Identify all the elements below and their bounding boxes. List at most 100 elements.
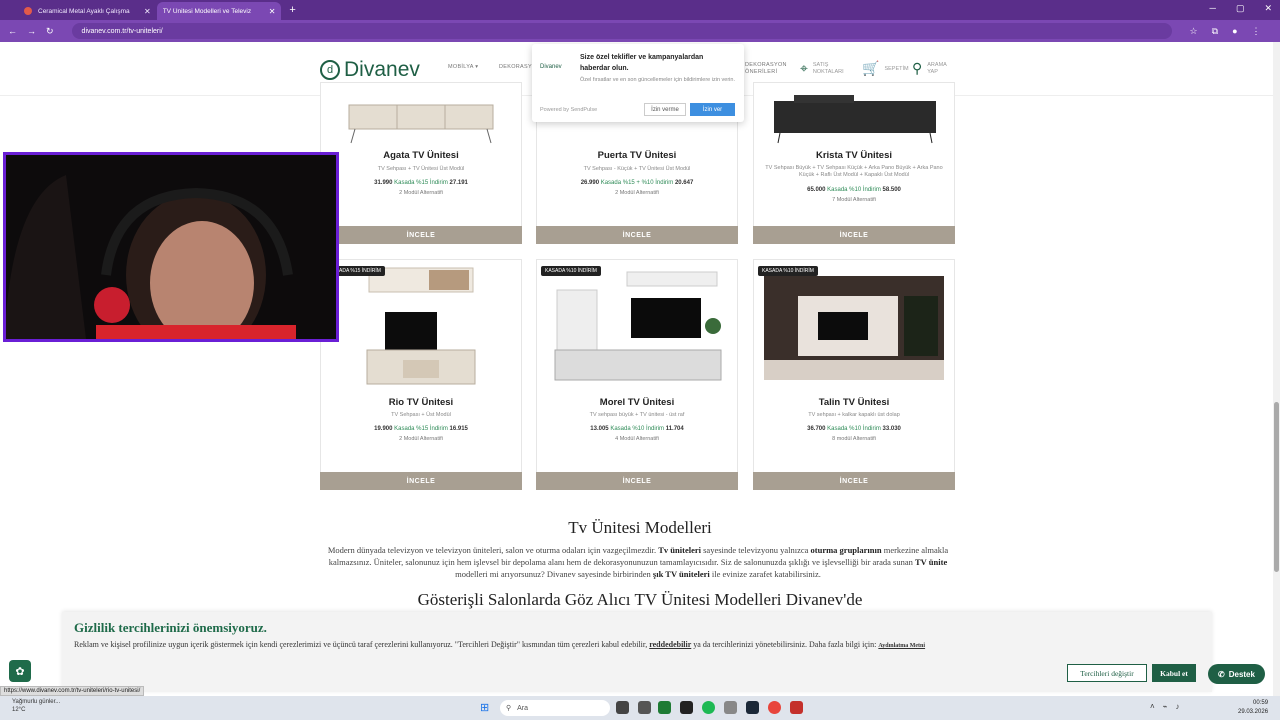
incele-button[interactable]: İNCELE [753, 472, 955, 490]
destek-button[interactable]: ✆ Destek [1208, 664, 1265, 684]
webcam-person-image [6, 155, 336, 339]
product-title: Agata TV Ünitesi [383, 150, 459, 161]
product-title: Morel TV Ünitesi [599, 397, 675, 408]
page-scrollbar[interactable] [1273, 42, 1280, 696]
scrollbar-thumb[interactable] [1274, 402, 1279, 572]
reload-icon[interactable]: ↻ [46, 26, 54, 37]
product-image [774, 95, 936, 144]
price-final: 16.915 [449, 426, 468, 432]
popup-body: Özel fırsatlar ve en son güncellemeler i… [580, 77, 735, 83]
discount-label: Kasada %15 + %10 İndirim [600, 180, 674, 186]
incele-button[interactable]: İNCELE [536, 226, 738, 244]
nav-dekorasyon-onerileri[interactable]: DEKORASYON ÖNERİLERİ [745, 62, 787, 76]
destek-label: Destek [1228, 669, 1255, 679]
price-final: 27.191 [449, 180, 468, 186]
price-old: 31.990 [374, 180, 393, 186]
minimize-icon[interactable]: ─ [1210, 3, 1216, 14]
taskbar-search[interactable]: ⚲ Ara [500, 700, 610, 716]
weather-temp: 12°C [12, 707, 26, 713]
logo-icon: d [320, 60, 340, 80]
close-icon[interactable]: ✕ [144, 7, 151, 16]
accept-cookies-button[interactable]: Kabul et [1152, 664, 1196, 682]
product-price: 19.900 Kasada %15 İndirim 16.915 [321, 426, 521, 432]
product-image [348, 104, 494, 144]
close-icon[interactable]: ✕ [269, 7, 276, 16]
new-tab-icon[interactable]: + [289, 4, 295, 16]
price-final: 58.500 [882, 187, 901, 193]
nav-sepetim[interactable]: 🛒 SEPETİM [862, 60, 909, 77]
price-final: 20.647 [674, 180, 694, 186]
price-old: 36.700 [807, 426, 826, 432]
taskview-icon[interactable] [638, 701, 651, 714]
incele-button[interactable]: İNCELE [320, 226, 522, 244]
chevron-up-icon[interactable]: ˄ [1150, 702, 1155, 711]
allow-button[interactable]: İzin ver [690, 103, 735, 116]
nav-arama[interactable]: ⚲ ARAMA YAP [912, 60, 949, 77]
preferences-button[interactable]: Tercihleri değiştir [1067, 664, 1147, 682]
deny-button[interactable]: İzin verme [644, 103, 686, 116]
cookie-body: Reklam ve kişisel profilinize uygun içer… [74, 640, 926, 649]
incele-button[interactable]: İNCELE [753, 226, 955, 244]
maximize-icon[interactable]: ▢ [1236, 3, 1245, 14]
price-old: 13.005 [590, 426, 609, 432]
profile-icon[interactable]: ● [1232, 26, 1237, 37]
product-card-morel[interactable]: KASADA %10 İNDİRİM Morel TV Ünitesi TV s… [536, 259, 738, 490]
product-title: Rio TV Ünitesi [388, 397, 454, 408]
product-desc: TV Sehpası - Küçük + TV Ünitesi Üst Modü… [583, 166, 691, 172]
discount-badge: KASADA %10 İNDİRİM [541, 266, 601, 276]
incele-button[interactable]: İNCELE [320, 472, 522, 490]
back-icon[interactable]: ← [8, 26, 17, 36]
file-explorer-icon[interactable] [616, 701, 629, 714]
product-card-talin[interactable]: KASADA %10 İNDİRİM Talin TV Ünitesi TV s… [753, 259, 955, 490]
close-window-icon[interactable]: ✕ [1264, 3, 1272, 14]
popup-title: Size özel teklifler ve kampanyalardan ha… [580, 54, 704, 72]
nav-mobilya[interactable]: MOBİLYA ▾ [448, 64, 478, 70]
aydinlatma-link[interactable]: Aydınlatma Metni [878, 643, 925, 649]
app-icon[interactable] [790, 701, 803, 714]
price-final: 33.030 [882, 426, 901, 432]
section-subtitle: Gösterişli Salonlarda Göz Alıcı TV Ünite… [417, 590, 863, 609]
nav-dekorasyon[interactable]: DEKORASY [499, 64, 532, 70]
steam-icon[interactable] [746, 701, 759, 714]
volume-icon[interactable]: ♪ [1176, 702, 1180, 711]
network-icon[interactable]: ⌁ [1163, 702, 1168, 711]
extensions-icon[interactable]: ⧉ [1212, 26, 1218, 37]
discount-label: Kasada %10 İndirim [827, 426, 881, 432]
taskbar: Yağmurlu günler... 12°C ⊞ ⚲ Ara ˄ ⌁ ♪ 00:… [0, 696, 1280, 720]
product-card-krista[interactable]: Krista TV Ünitesi TV Sehpası Büyük + TV … [753, 82, 955, 244]
product-alt: 2 Modül Alternatifi [615, 190, 659, 196]
tab-ceramical[interactable]: Ceramical Metal Ayaklı Çalışma ✕ [18, 2, 157, 20]
nav-satis-noktalari[interactable]: ⌖ SATIŞ NOKTALARI [800, 60, 844, 77]
product-alt: 8 modül Alternatifi [832, 436, 876, 442]
menu-icon[interactable]: ⋮ [1252, 26, 1261, 37]
product-image [554, 271, 722, 381]
star-icon[interactable]: ☆ [1190, 26, 1198, 37]
product-card-agata[interactable]: Agata TV Ünitesi TV Sehpası + TV Ünitesi… [320, 82, 522, 244]
status-url: https://www.divanev.com.tr/tv-uniteleri/… [0, 686, 145, 696]
product-card-rio[interactable]: KASADA %15 İNDİRİM Rio TV Ünitesi TV Seh… [320, 259, 522, 490]
product-desc: TV Sehpası Büyük + TV Sehpası Küçük + Ar… [765, 165, 943, 178]
cookie-title: Gizlilik tercihlerinizi önemsiyoruz. [74, 620, 267, 635]
tab-tv-uniteleri[interactable]: TV Ünitesi Modelleri ve Televiz ✕ [156, 2, 282, 20]
url-input[interactable]: divanev.com.tr/tv-uniteleri/ [71, 23, 1172, 39]
windows-start-icon[interactable]: ⊞ [480, 701, 489, 714]
window-controls: ─ ▢ ✕ [1210, 3, 1272, 14]
nvidia-icon[interactable] [658, 701, 671, 714]
product-alt: 2 Modül Alternatifi [399, 190, 443, 196]
product-desc: TV Sehpası + Üst Modül [391, 412, 451, 418]
product-image [764, 276, 944, 380]
site-logo[interactable]: d Divanev [320, 58, 420, 82]
cookie-settings-icon[interactable]: ✿ [9, 660, 31, 682]
weather-widget[interactable]: Yağmurlu günler... 12°C [12, 698, 60, 714]
settings-icon[interactable] [724, 701, 737, 714]
obs-icon[interactable] [680, 701, 693, 714]
spotify-icon[interactable] [702, 701, 715, 714]
chrome-icon[interactable] [768, 701, 781, 714]
system-clock[interactable]: 00:59 29.03.2026 [1238, 699, 1268, 717]
section-paragraph: Modern dünyada televizyon ve televizyon … [327, 545, 949, 579]
discount-label: Kasada %10 İndirim [827, 187, 881, 193]
product-title: Puerta TV Ünitesi [597, 150, 677, 161]
incele-button[interactable]: İNCELE [536, 472, 738, 490]
forward-icon[interactable]: → [27, 26, 36, 36]
reject-link[interactable]: reddedebilir [649, 640, 691, 649]
